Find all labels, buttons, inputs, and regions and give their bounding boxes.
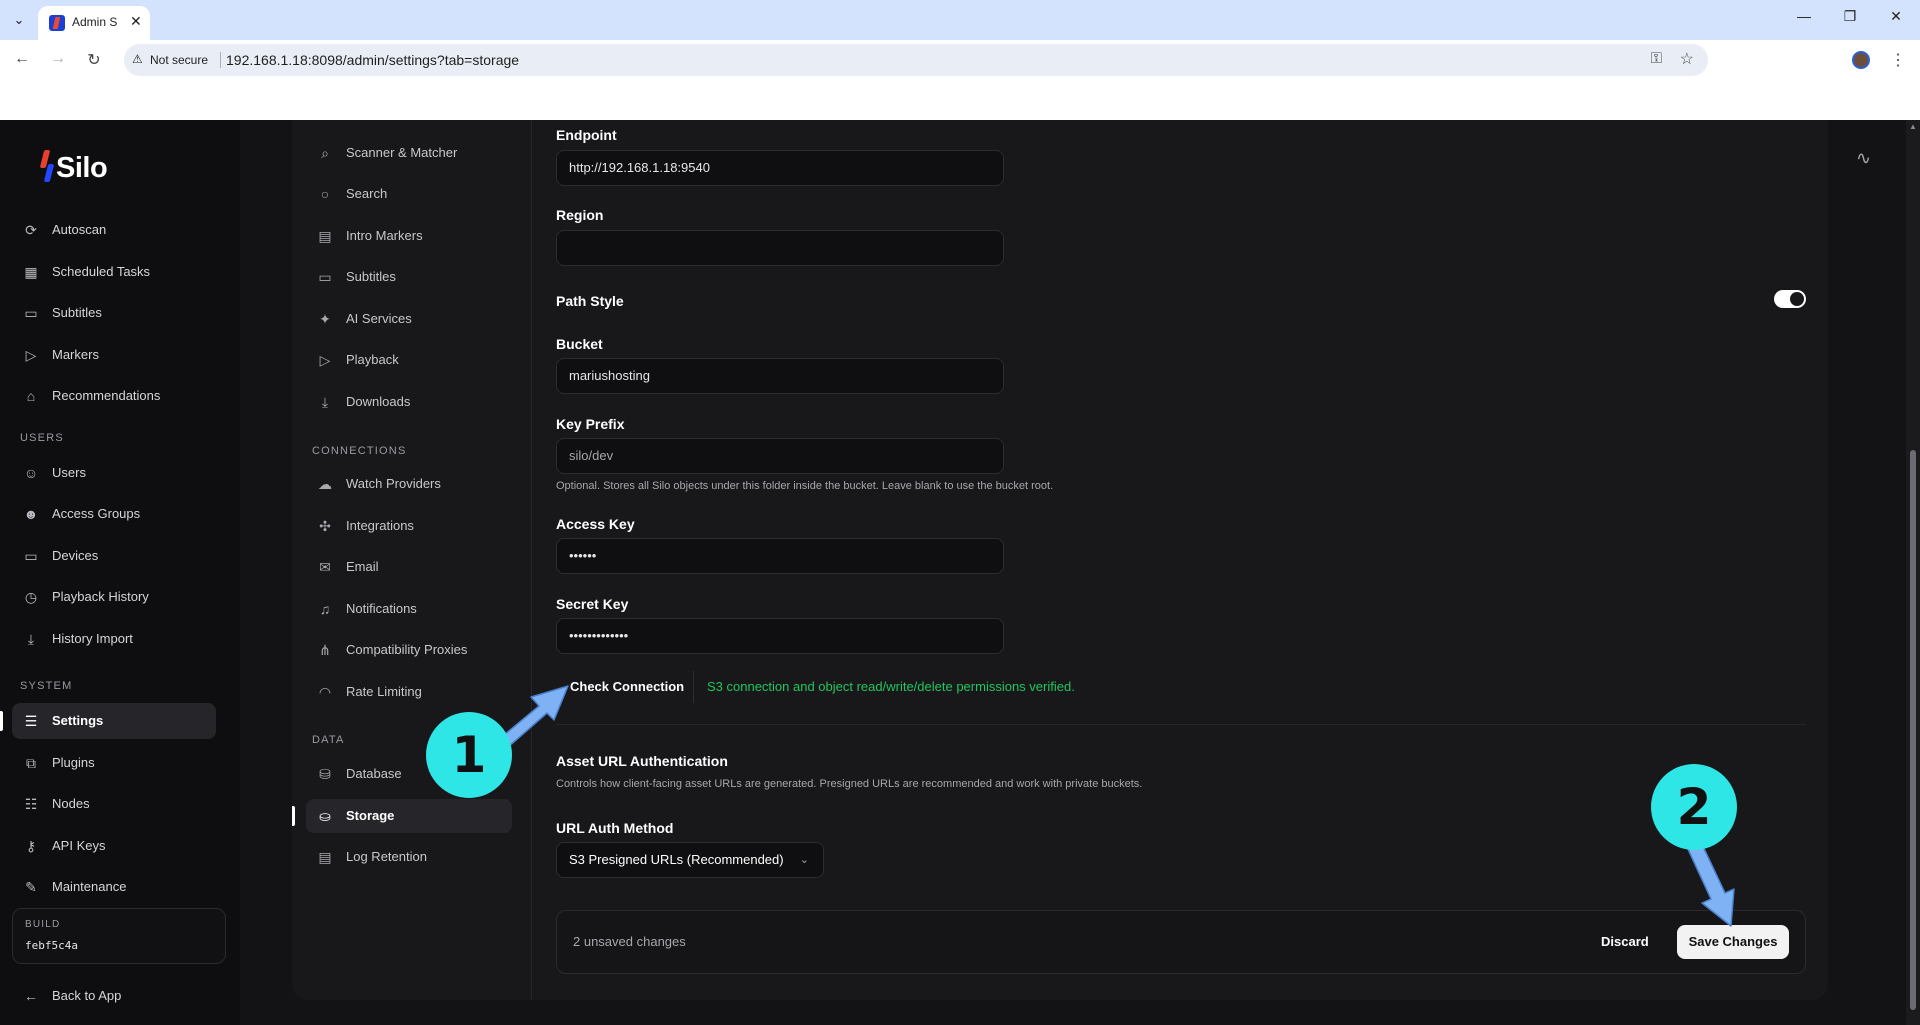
tab-title: Admin S [72,15,118,29]
browser-menu-icon[interactable]: ⋮ [1890,50,1906,70]
window-close-icon[interactable]: ✕ [1886,8,1906,25]
bookmark-bar [0,80,1920,120]
forward-arrow-icon[interactable]: → [48,50,68,68]
browser-tab-bar: ⌄ Admin S ✕ — ❐ ✕ [0,0,1920,40]
url-text[interactable]: 192.168.1.18:8098/admin/settings?tab=sto… [226,52,519,68]
omnibox-divider [220,52,221,68]
not-secure-label[interactable]: Not secure [150,53,208,67]
silo-favicon-icon [49,15,65,31]
tab-search-chevron-icon[interactable]: ⌄ [8,9,30,31]
warning-icon: ⚠ [132,52,143,66]
bookmark-star-icon[interactable]: ☆ [1680,49,1694,69]
profile-avatar[interactable] [1852,51,1870,69]
tab-close-icon[interactable]: ✕ [130,13,142,30]
annotation-badge-1: 1 [426,712,512,798]
back-arrow-icon[interactable]: ← [12,50,32,68]
minimize-icon[interactable]: — [1794,8,1814,24]
address-bar[interactable]: ⚠ Not secure 192.168.1.18:8098/admin/set… [124,44,1708,76]
app-root: Silo ⟳ Autoscan ▦ Scheduled Tasks ▭ Subt… [0,120,1920,1025]
browser-tab[interactable]: Admin S ✕ [38,6,150,40]
reload-icon[interactable]: ↻ [84,50,104,70]
arrow-2-shape [1686,839,1735,927]
annotation-badge-2: 2 [1651,764,1737,850]
browser-toolbar: ← → ↻ ⚠ Not secure 192.168.1.18:8098/adm… [0,40,1920,80]
restore-icon[interactable]: ❐ [1840,8,1860,25]
password-key-icon[interactable]: ⚿ [1651,50,1662,67]
annotation-arrows [497,685,1735,927]
